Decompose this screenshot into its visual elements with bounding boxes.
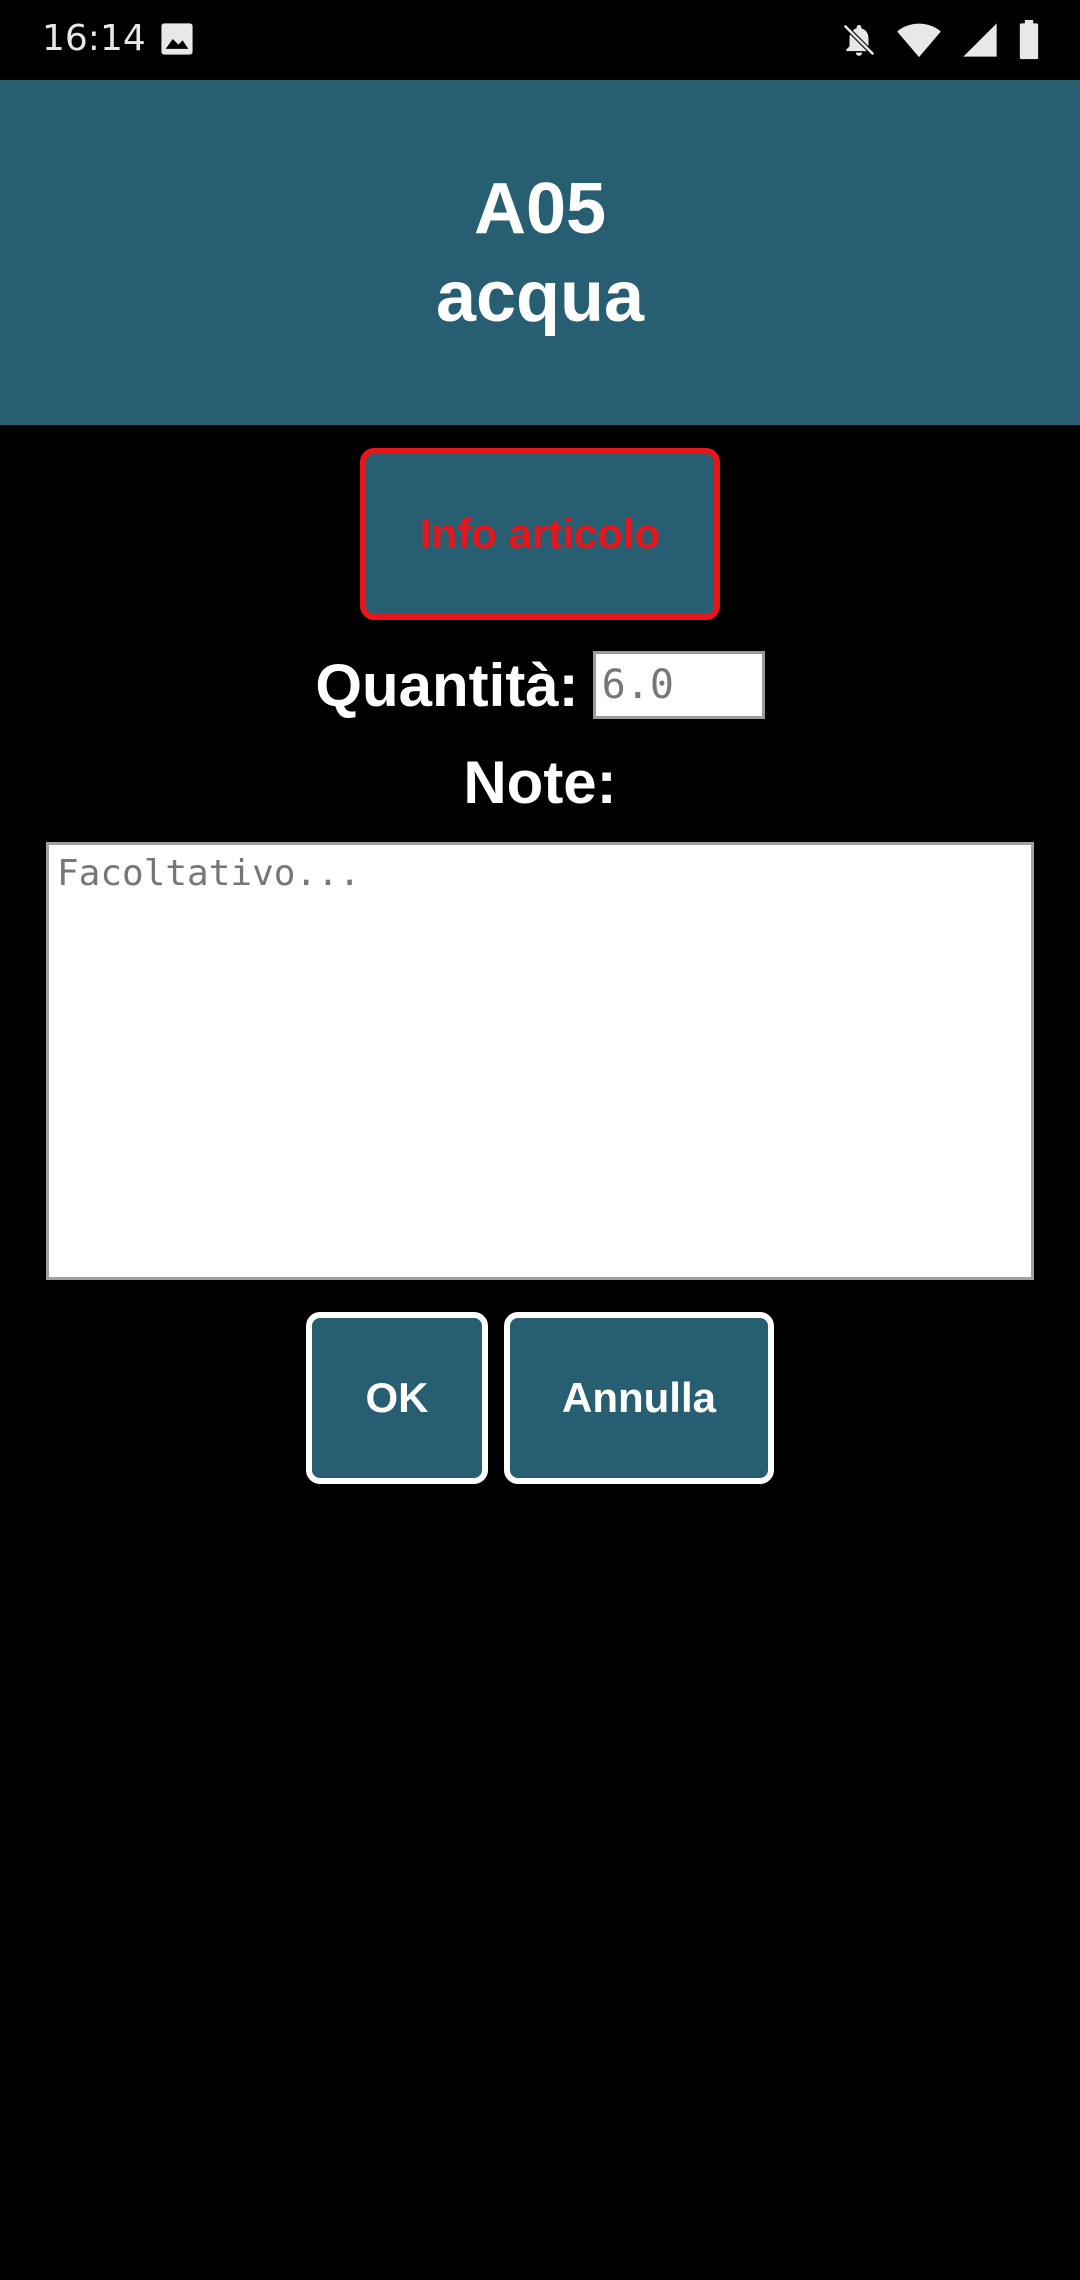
status-time: 16:14	[42, 18, 146, 59]
item-code: A05	[473, 168, 607, 249]
notes-textarea[interactable]	[46, 842, 1034, 1280]
status-bar: 16:14	[0, 0, 1080, 80]
quantity-input[interactable]	[592, 651, 765, 719]
notes-label: Note:	[463, 749, 617, 816]
image-icon	[160, 22, 194, 56]
signal-icon	[960, 20, 1000, 60]
notifications-off-icon	[840, 20, 878, 60]
item-header: A05 acqua	[0, 80, 1080, 425]
wifi-icon	[896, 21, 942, 59]
ok-button[interactable]: OK	[306, 1312, 488, 1484]
cancel-button[interactable]: Annulla	[504, 1312, 774, 1484]
item-name: acqua	[435, 256, 645, 337]
battery-icon	[1018, 20, 1040, 60]
quantity-row: Quantità:	[0, 640, 1080, 730]
quantity-label: Quantità:	[315, 651, 579, 719]
status-icons	[840, 18, 1040, 62]
info-article-button[interactable]: Info articolo	[360, 448, 720, 620]
